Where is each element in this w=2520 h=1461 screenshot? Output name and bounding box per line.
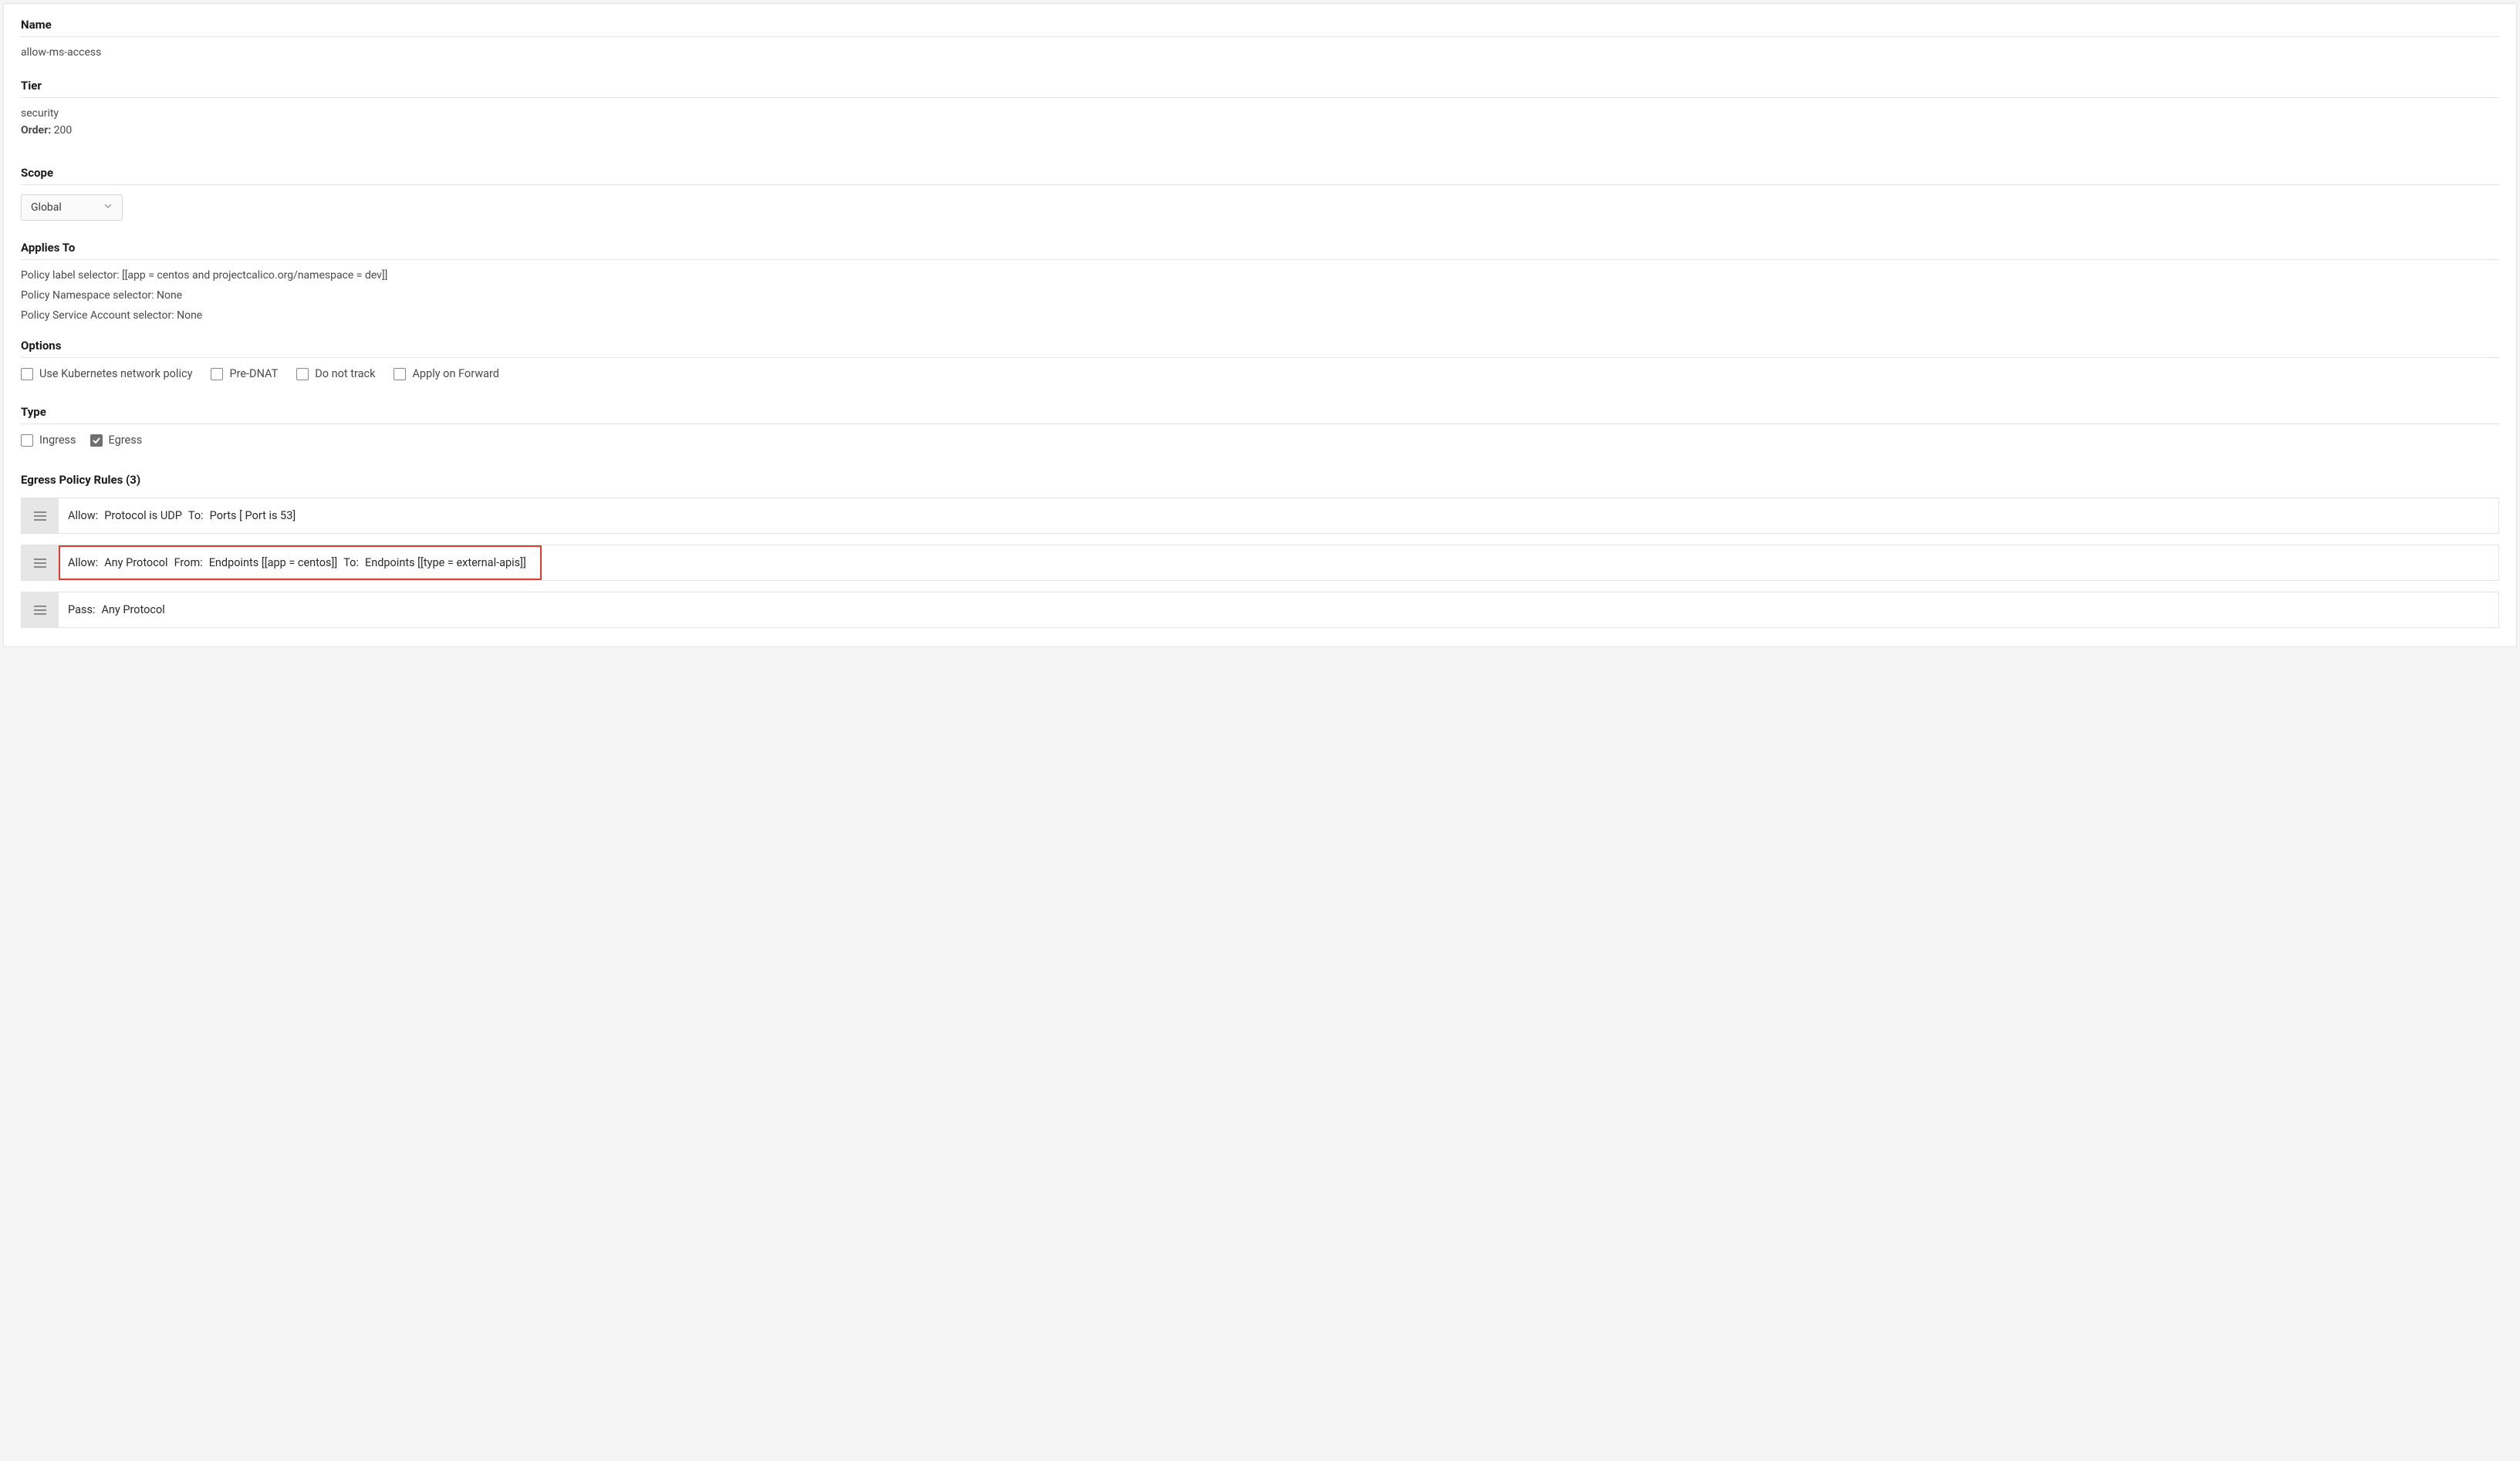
checkbox-icon	[21, 368, 33, 380]
type-egress[interactable]: Egress	[90, 434, 143, 447]
option-do-not-track[interactable]: Do not track	[296, 367, 375, 380]
rule-content: Allow: Protocol is UDP To: Ports [ Port …	[59, 498, 2498, 533]
rule-to-value: Endpoints [[type = external-apis]]	[365, 556, 526, 569]
rule-content: Allow: Any Protocol From: Endpoints [[ap…	[59, 545, 2498, 580]
applies-to-block: Policy label selector: [[app = centos an…	[21, 269, 2499, 322]
rule-action: Allow:	[68, 556, 98, 569]
rule-highlight: Allow: Any Protocol From: Endpoints [[ap…	[59, 545, 542, 580]
rule-to-label: To:	[188, 509, 204, 522]
rule-protocol: Any Protocol	[104, 556, 167, 569]
options-label: Options	[21, 339, 2499, 358]
option-k8s-policy[interactable]: Use Kubernetes network policy	[21, 367, 192, 380]
rule-action: Allow:	[68, 509, 98, 522]
applies-to-label: Applies To	[21, 241, 2499, 260]
tier-value: security	[21, 107, 2499, 120]
tier-label: Tier	[21, 79, 2499, 98]
rule-content: Pass: Any Protocol	[59, 592, 2498, 627]
policy-namespace-selector: Policy Namespace selector: None	[21, 289, 2499, 302]
drag-handle-icon[interactable]	[22, 545, 59, 580]
rule-protocol: Protocol is UDP	[104, 509, 182, 522]
policy-form: Name allow-ms-access Tier security Order…	[3, 3, 2517, 647]
option-label: Pre-DNAT	[229, 367, 278, 380]
checkbox-icon	[394, 368, 406, 380]
rule-row[interactable]: Allow: Protocol is UDP To: Ports [ Port …	[21, 498, 2499, 534]
drag-handle-icon[interactable]	[22, 498, 59, 533]
policy-label-selector: Policy label selector: [[app = centos an…	[21, 269, 2499, 282]
rule-from-value: Endpoints [[app = centos]]	[209, 556, 338, 569]
type-ingress[interactable]: Ingress	[21, 434, 76, 447]
checkbox-icon	[21, 434, 33, 447]
checkbox-checked-icon	[90, 434, 103, 447]
rule-from-label: From:	[174, 556, 203, 569]
name-label: Name	[21, 18, 2499, 37]
order-line: Order: 200	[21, 124, 2499, 137]
policy-service-account-selector: Policy Service Account selector: None	[21, 309, 2499, 322]
option-apply-on-forward[interactable]: Apply on Forward	[394, 367, 499, 380]
tier-block: security Order: 200	[21, 107, 2499, 137]
rule-action: Pass:	[68, 603, 95, 616]
order-value: 200	[54, 124, 73, 137]
rule-row[interactable]: Allow: Any Protocol From: Endpoints [[ap…	[21, 545, 2499, 581]
checkbox-icon	[296, 368, 309, 380]
drag-handle-icon[interactable]	[22, 592, 59, 627]
rules-list: Allow: Protocol is UDP To: Ports [ Port …	[21, 498, 2499, 628]
rule-to-value: Ports [ Port is 53]	[210, 509, 296, 522]
option-label: Do not track	[315, 367, 375, 380]
rule-to-label: To:	[343, 556, 359, 569]
scope-selected: Global	[31, 201, 62, 214]
scope-select[interactable]: Global	[21, 194, 123, 221]
rule-protocol: Any Protocol	[101, 603, 164, 616]
egress-rules-label: Egress Policy Rules (3)	[21, 473, 2499, 487]
type-label-text: Egress	[109, 434, 143, 447]
name-value: allow-ms-access	[21, 46, 2499, 59]
chevron-down-icon	[103, 201, 113, 214]
checkbox-icon	[211, 368, 223, 380]
type-label: Type	[21, 405, 2499, 424]
option-label: Use Kubernetes network policy	[39, 367, 192, 380]
order-label: Order:	[21, 124, 51, 137]
option-pre-dnat[interactable]: Pre-DNAT	[211, 367, 278, 380]
type-row: Ingress Egress	[21, 434, 2499, 447]
scope-label: Scope	[21, 166, 2499, 185]
option-label: Apply on Forward	[412, 367, 499, 380]
type-label-text: Ingress	[39, 434, 76, 447]
options-row: Use Kubernetes network policy Pre-DNAT D…	[21, 367, 2499, 380]
rule-row[interactable]: Pass: Any Protocol	[21, 592, 2499, 628]
